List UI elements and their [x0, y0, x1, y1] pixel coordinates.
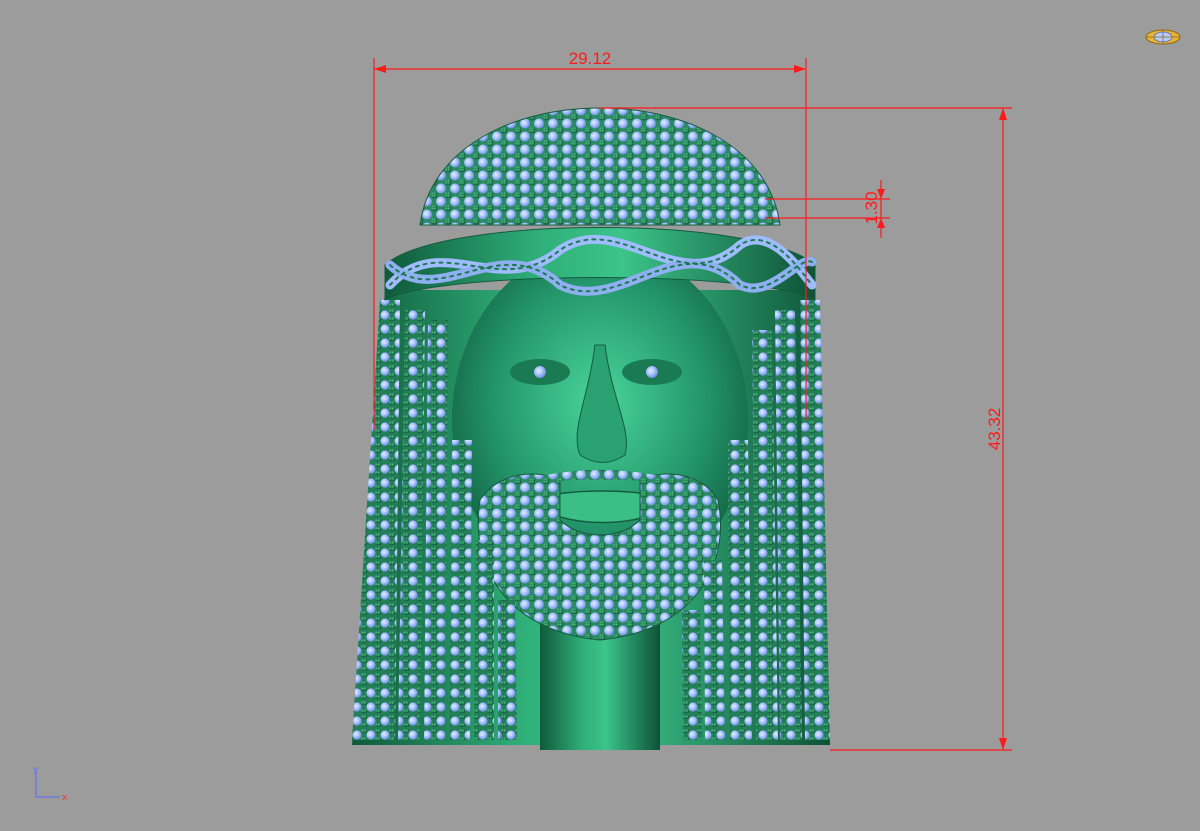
model-head-cap: [419, 107, 781, 226]
height-dimension-label: 43.32: [985, 408, 1004, 451]
jewelry-model[interactable]: [352, 107, 830, 750]
model-view[interactable]: 29.12 43.32 1.30 y x: [0, 0, 1200, 831]
navigation-cube-icon[interactable]: [1144, 26, 1182, 48]
small-dimension-label: 1.30: [862, 191, 881, 224]
small-dimension[interactable]: 1.30: [765, 180, 890, 238]
width-dimension-label: 29.12: [569, 49, 612, 68]
axis-triad-icon: y x: [33, 765, 68, 803]
axis-x-label: x: [62, 793, 68, 803]
cad-viewport[interactable]: 29.12 43.32 1.30 y x: [0, 0, 1200, 831]
axis-y-label: y: [33, 765, 39, 775]
